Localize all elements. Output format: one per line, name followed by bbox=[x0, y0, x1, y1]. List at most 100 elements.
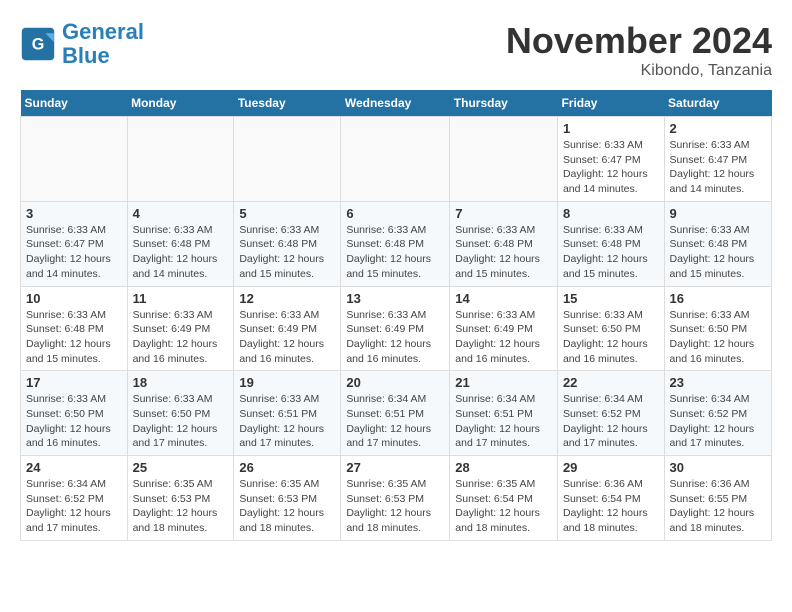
calendar-week-row: 3Sunrise: 6:33 AM Sunset: 6:47 PM Daylig… bbox=[21, 201, 772, 286]
day-number: 7 bbox=[455, 206, 552, 221]
day-info: Sunrise: 6:35 AM Sunset: 6:53 PM Dayligh… bbox=[239, 477, 335, 536]
calendar-day-cell: 7 Sunrise: 6:33 AM Sunset: 6:48 PM Daylig… bbox=[450, 201, 558, 286]
day-of-week-header: Sunday bbox=[21, 90, 128, 117]
day-number: 21 bbox=[455, 375, 552, 390]
title-block: November 2024 Kibondo, Tanzania bbox=[506, 20, 772, 80]
day-info: Sunrise: 6:33 AM Sunset: 6:48 PM Dayligh… bbox=[563, 223, 659, 282]
day-of-week-header: Monday bbox=[127, 90, 234, 117]
calendar-day-cell: 6 Sunrise: 6:33 AM Sunset: 6:48 PM Daylig… bbox=[341, 201, 450, 286]
day-info: Sunrise: 6:33 AM Sunset: 6:50 PM Dayligh… bbox=[670, 308, 766, 367]
calendar-day-cell: 30Sunrise: 6:36 AM Sunset: 6:55 PM Dayli… bbox=[664, 456, 771, 541]
day-number: 19 bbox=[239, 375, 335, 390]
day-number: 23 bbox=[670, 375, 766, 390]
day-number: 13 bbox=[346, 291, 444, 306]
calendar-day-cell bbox=[450, 117, 558, 202]
calendar-day-cell: 15 Sunrise: 6:33 AM Sunset: 6:50 PM Dayli… bbox=[557, 286, 664, 371]
day-of-week-header: Wednesday bbox=[341, 90, 450, 117]
calendar-day-cell: 1Sunrise: 6:33 AM Sunset: 6:47 PM Daylig… bbox=[557, 117, 664, 202]
day-info: Sunrise: 6:33 AM Sunset: 6:49 PM Dayligh… bbox=[133, 308, 229, 367]
calendar-day-cell: 8 Sunrise: 6:33 AM Sunset: 6:48 PM Daylig… bbox=[557, 201, 664, 286]
day-info: Sunrise: 6:33 AM Sunset: 6:47 PM Dayligh… bbox=[26, 223, 122, 282]
day-number: 26 bbox=[239, 460, 335, 475]
day-info: Sunrise: 6:35 AM Sunset: 6:53 PM Dayligh… bbox=[346, 477, 444, 536]
day-info: Sunrise: 6:33 AM Sunset: 6:48 PM Dayligh… bbox=[133, 223, 229, 282]
day-number: 17 bbox=[26, 375, 122, 390]
day-number: 22 bbox=[563, 375, 659, 390]
month-title: November 2024 bbox=[506, 20, 772, 62]
calendar-day-cell: 20Sunrise: 6:34 AM Sunset: 6:51 PM Dayli… bbox=[341, 371, 450, 456]
logo-text: General bbox=[62, 20, 144, 44]
calendar-day-cell bbox=[127, 117, 234, 202]
page-header: G General Blue November 2024 Kibondo, Ta… bbox=[20, 20, 772, 80]
calendar-week-row: 24 Sunrise: 6:34 AM Sunset: 6:52 PM Dayli… bbox=[21, 456, 772, 541]
calendar-day-cell: 23 Sunrise: 6:34 AM Sunset: 6:52 PM Dayli… bbox=[664, 371, 771, 456]
day-number: 15 bbox=[563, 291, 659, 306]
calendar-day-cell bbox=[234, 117, 341, 202]
day-number: 12 bbox=[239, 291, 335, 306]
day-number: 25 bbox=[133, 460, 229, 475]
day-info: Sunrise: 6:33 AM Sunset: 6:50 PM Dayligh… bbox=[563, 308, 659, 367]
day-info: Sunrise: 6:34 AM Sunset: 6:52 PM Dayligh… bbox=[26, 477, 122, 536]
day-number: 28 bbox=[455, 460, 552, 475]
calendar-table: SundayMondayTuesdayWednesdayThursdayFrid… bbox=[20, 90, 772, 541]
logo: G General Blue bbox=[20, 20, 144, 68]
calendar-day-cell: 14 Sunrise: 6:33 AM Sunset: 6:49 PM Dayli… bbox=[450, 286, 558, 371]
day-info: Sunrise: 6:33 AM Sunset: 6:48 PM Dayligh… bbox=[346, 223, 444, 282]
calendar-day-cell: 3Sunrise: 6:33 AM Sunset: 6:47 PM Daylig… bbox=[21, 201, 128, 286]
day-number: 29 bbox=[563, 460, 659, 475]
calendar-week-row: 10 Sunrise: 6:33 AM Sunset: 6:48 PM Dayli… bbox=[21, 286, 772, 371]
day-number: 27 bbox=[346, 460, 444, 475]
day-number: 11 bbox=[133, 291, 229, 306]
day-info: Sunrise: 6:35 AM Sunset: 6:53 PM Dayligh… bbox=[133, 477, 229, 536]
day-info: Sunrise: 6:33 AM Sunset: 6:49 PM Dayligh… bbox=[239, 308, 335, 367]
day-number: 4 bbox=[133, 206, 229, 221]
day-info: Sunrise: 6:34 AM Sunset: 6:52 PM Dayligh… bbox=[670, 392, 766, 451]
day-info: Sunrise: 6:35 AM Sunset: 6:54 PM Dayligh… bbox=[455, 477, 552, 536]
day-info: Sunrise: 6:33 AM Sunset: 6:51 PM Dayligh… bbox=[239, 392, 335, 451]
day-info: Sunrise: 6:36 AM Sunset: 6:54 PM Dayligh… bbox=[563, 477, 659, 536]
calendar-week-row: 1 Sunrise: 6:33 AM Sunset: 6:47 PM Daylig… bbox=[21, 117, 772, 202]
calendar-day-cell: 11 Sunrise: 6:33 AM Sunset: 6:49 PM Dayli… bbox=[127, 286, 234, 371]
day-number: 16 bbox=[670, 291, 766, 306]
day-number: 10 bbox=[26, 291, 122, 306]
day-number: 8 bbox=[563, 206, 659, 221]
day-info: Sunrise: 6:33 AM Sunset: 6:48 PM Dayligh… bbox=[455, 223, 552, 282]
day-number: 24 bbox=[26, 460, 122, 475]
day-info: Sunrise: 6:33 AM Sunset: 6:48 PM Dayligh… bbox=[26, 308, 122, 367]
day-info: Sunrise: 6:33 AM Sunset: 6:50 PM Dayligh… bbox=[26, 392, 122, 451]
day-info: Sunrise: 6:33 AM Sunset: 6:49 PM Dayligh… bbox=[346, 308, 444, 367]
calendar-day-cell: 2 Sunrise: 6:33 AM Sunset: 6:47 PM Daylig… bbox=[664, 117, 771, 202]
calendar-week-row: 17 Sunrise: 6:33 AM Sunset: 6:50 PM Dayli… bbox=[21, 371, 772, 456]
day-of-week-header: Tuesday bbox=[234, 90, 341, 117]
day-info: Sunrise: 6:33 AM Sunset: 6:47 PM Dayligh… bbox=[670, 138, 766, 197]
calendar-day-cell: 16 Sunrise: 6:33 AM Sunset: 6:50 PM Dayli… bbox=[664, 286, 771, 371]
logo-icon: G bbox=[20, 26, 56, 62]
calendar-day-cell: 13 Sunrise: 6:33 AM Sunset: 6:49 PM Dayli… bbox=[341, 286, 450, 371]
calendar-day-cell: 29 Sunrise: 6:36 AM Sunset: 6:54 PM Dayli… bbox=[557, 456, 664, 541]
day-of-week-header: Friday bbox=[557, 90, 664, 117]
day-info: Sunrise: 6:34 AM Sunset: 6:51 PM Dayligh… bbox=[455, 392, 552, 451]
day-info: Sunrise: 6:33 AM Sunset: 6:50 PM Dayligh… bbox=[133, 392, 229, 451]
day-number: 6 bbox=[346, 206, 444, 221]
day-number: 9 bbox=[670, 206, 766, 221]
calendar-day-cell bbox=[341, 117, 450, 202]
day-info: Sunrise: 6:36 AM Sunset: 6:55 PM Dayligh… bbox=[670, 477, 766, 536]
svg-text:G: G bbox=[32, 36, 45, 54]
day-number: 18 bbox=[133, 375, 229, 390]
calendar-day-cell: 21 Sunrise: 6:34 AM Sunset: 6:51 PM Dayli… bbox=[450, 371, 558, 456]
calendar-day-cell: 19 Sunrise: 6:33 AM Sunset: 6:51 PM Dayli… bbox=[234, 371, 341, 456]
day-of-week-header: Saturday bbox=[664, 90, 771, 117]
day-info: Sunrise: 6:33 AM Sunset: 6:49 PM Dayligh… bbox=[455, 308, 552, 367]
calendar-day-cell: 5Sunrise: 6:33 AM Sunset: 6:48 PM Daylig… bbox=[234, 201, 341, 286]
day-number: 14 bbox=[455, 291, 552, 306]
calendar-header-row: SundayMondayTuesdayWednesdayThursdayFrid… bbox=[21, 90, 772, 117]
calendar-day-cell: 17 Sunrise: 6:33 AM Sunset: 6:50 PM Dayli… bbox=[21, 371, 128, 456]
calendar-day-cell: 4 Sunrise: 6:33 AM Sunset: 6:48 PM Daylig… bbox=[127, 201, 234, 286]
day-of-week-header: Thursday bbox=[450, 90, 558, 117]
day-number: 2 bbox=[670, 121, 766, 136]
day-info: Sunrise: 6:33 AM Sunset: 6:48 PM Dayligh… bbox=[239, 223, 335, 282]
day-info: Sunrise: 6:34 AM Sunset: 6:52 PM Dayligh… bbox=[563, 392, 659, 451]
calendar-day-cell: 18 Sunrise: 6:33 AM Sunset: 6:50 PM Dayli… bbox=[127, 371, 234, 456]
calendar-day-cell: 28 Sunrise: 6:35 AM Sunset: 6:54 PM Dayli… bbox=[450, 456, 558, 541]
day-number: 1 bbox=[563, 121, 659, 136]
